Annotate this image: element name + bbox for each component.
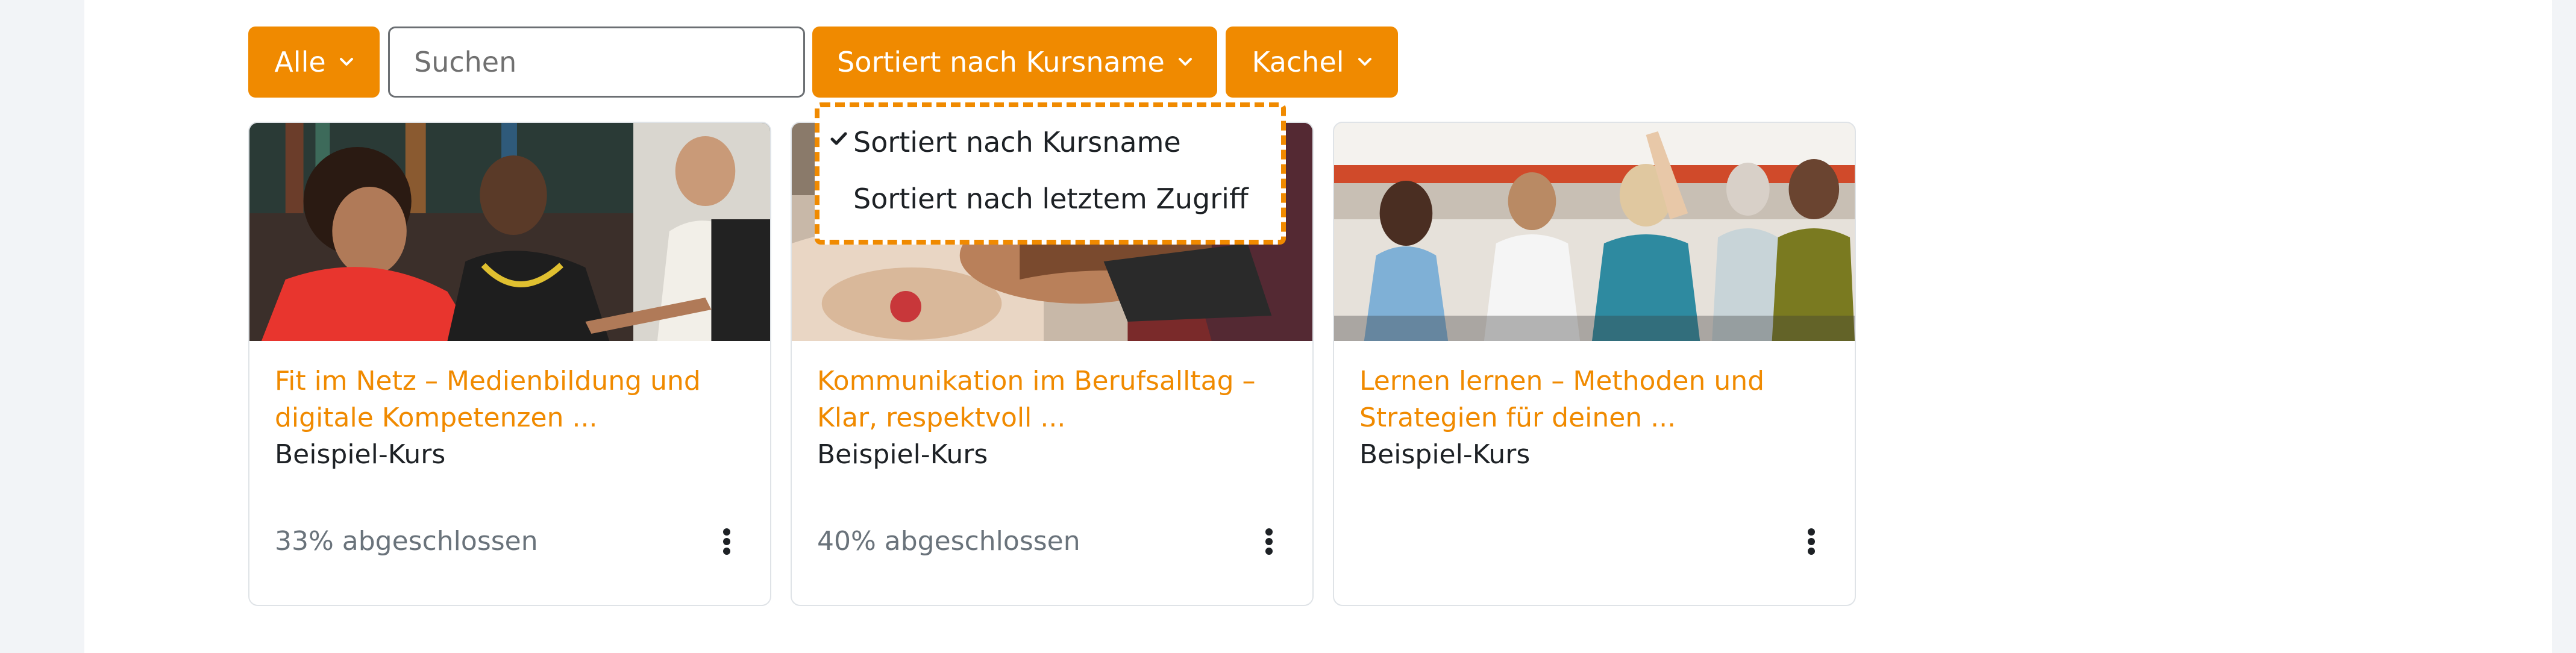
course-progress-text: 40% abgeschlossen (817, 526, 1080, 557)
course-category: Beispiel-Kurs (1359, 439, 1531, 470)
sort-dropdown-label: Sortiert nach Kursname (837, 46, 1165, 78)
course-title-link[interactable]: Kommunikation im Berufsalltag – Klar, re… (817, 363, 1299, 436)
view-mode-dropdown-button[interactable]: Kachel (1226, 27, 1398, 98)
checkmark-icon (830, 131, 847, 148)
chevron-down-icon (1178, 57, 1192, 67)
course-card[interactable]: Fit im Netz – Medienbildung und digitale… (248, 122, 771, 606)
course-actions-menu-button[interactable] (709, 516, 745, 567)
course-actions-menu-button[interactable] (1793, 516, 1829, 567)
course-progress-text: 33% abgeschlossen (275, 526, 538, 557)
kebab-menu-icon (1808, 528, 1815, 555)
course-actions-menu-button[interactable] (1251, 516, 1287, 567)
course-card[interactable]: Lernen lernen – Methoden und Strategien … (1333, 122, 1856, 606)
sort-dropdown-button[interactable]: Sortiert nach Kursname (812, 27, 1217, 98)
chevron-down-icon (339, 57, 354, 67)
sort-dropdown-menu: Sortiert nach Kursname Sortiert nach let… (815, 102, 1286, 245)
grouping-dropdown-button[interactable]: Alle (248, 27, 380, 98)
course-category: Beispiel-Kurs (275, 439, 446, 470)
course-image[interactable] (249, 123, 770, 341)
course-search-input[interactable] (388, 27, 805, 98)
course-image[interactable] (1334, 123, 1855, 341)
grouping-dropdown-label: Alle (274, 46, 326, 78)
view-mode-dropdown-label: Kachel (1252, 46, 1344, 78)
sort-option-course-name[interactable]: Sortiert nach Kursname (853, 124, 1181, 160)
kebab-menu-icon (1265, 528, 1273, 555)
chevron-down-icon (1358, 57, 1372, 67)
sort-option-last-accessed[interactable]: Sortiert nach letztem Zugriff (853, 181, 1249, 217)
course-category: Beispiel-Kurs (817, 439, 988, 470)
kebab-menu-icon (723, 528, 730, 555)
course-title-link[interactable]: Fit im Netz – Medienbildung und digitale… (275, 363, 757, 436)
course-title-link[interactable]: Lernen lernen – Methoden und Strategien … (1359, 363, 1841, 436)
